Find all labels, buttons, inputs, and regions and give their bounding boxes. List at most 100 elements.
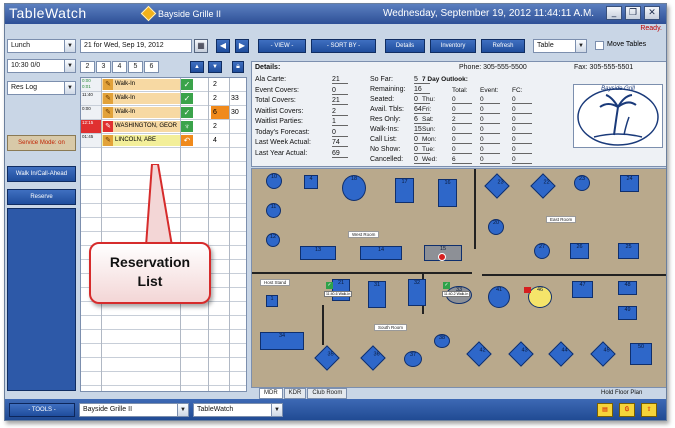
reservation-status-icon[interactable]: ✓ [181, 107, 193, 118]
reservation-row[interactable]: 01:45 LINCOLN, ABE ✎ ↶ 4 [81, 134, 246, 147]
table-35[interactable]: 35 [314, 345, 340, 371]
reservation-status-icon[interactable]: ♆ [181, 121, 193, 132]
table-43[interactable]: 43 [508, 341, 534, 367]
log-mode-select[interactable]: Res Log ▼ [7, 81, 76, 95]
edit-pencil-icon[interactable]: ✎ [103, 93, 113, 104]
table-1[interactable]: 1 [266, 295, 278, 307]
logo-text: Bayside Grill [601, 86, 635, 92]
date-field[interactable]: 21 for Wed, Sep 19, 2012 [80, 39, 192, 53]
edit-pencil-icon[interactable]: ✎ [103, 135, 113, 146]
table-18[interactable]: 18 [342, 175, 366, 201]
table-14[interactable]: 14 [360, 246, 402, 260]
detail-value: 1 [332, 118, 348, 126]
table-27[interactable]: 27 [534, 243, 550, 259]
floor-plan[interactable]: West Room East Room South Room Host Stan… [251, 168, 666, 388]
table-45[interactable]: 45 [590, 341, 616, 367]
wall [322, 305, 324, 345]
display-mode-select[interactable]: Table ▼ [533, 39, 587, 53]
prev-day-button[interactable]: ◀ [216, 39, 230, 53]
inventory-button[interactable]: Inventory [430, 39, 476, 53]
table-44[interactable]: 44 [548, 341, 574, 367]
room-label-host: Host Stand [260, 279, 291, 286]
restore-button[interactable]: ❐ [625, 6, 641, 20]
table-10[interactable]: 10 [266, 173, 282, 189]
edit-pencil-icon[interactable]: ✎ [103, 107, 113, 118]
edit-pencil-icon[interactable]: ✎ [103, 121, 113, 132]
reservation-table [231, 120, 247, 133]
scroll-up-button[interactable]: ▲ [190, 61, 204, 73]
time-filter-select[interactable]: 10:30 0/0 ▼ [7, 59, 76, 73]
reservation-row[interactable]: 0:00 Walk-In ✎ ✓ 6 30 [81, 106, 246, 119]
refresh-button[interactable]: Refresh [481, 39, 525, 53]
details-button[interactable]: Details [385, 39, 425, 53]
table-11[interactable]: 11 [266, 203, 281, 218]
hold-floor-plan-label[interactable]: Hold Floor Plan [601, 390, 642, 396]
table-22[interactable]: 22 [530, 173, 556, 199]
walk-in-call-ahead-button[interactable]: Walk In/Call-Ahead [7, 166, 76, 182]
table-25[interactable]: 25 [618, 243, 639, 259]
money-icon[interactable]: ₲ [619, 403, 635, 417]
tab-party-3[interactable]: 3 [96, 61, 111, 73]
table-42[interactable]: 42 [466, 341, 492, 367]
table-46[interactable]: 46 [528, 286, 552, 308]
tab-party-2[interactable]: 2 [80, 61, 95, 73]
reservation-name: Walk-In [102, 79, 180, 90]
scroll-down-button[interactable]: ▼ [208, 61, 222, 73]
tab-party-4[interactable]: 4 [112, 61, 127, 73]
minimize-button[interactable]: _ [606, 6, 622, 20]
tab-mdr[interactable]: MDR [259, 388, 283, 399]
reserve-button[interactable]: Reserve [7, 189, 76, 205]
reservation-row[interactable]: 0:00 0:01 Walk-In ✎ ✓ 2 [81, 78, 246, 91]
tab-party-6[interactable]: 6 [144, 61, 159, 73]
app-select[interactable]: TableWatch ▼ [193, 403, 283, 417]
table-41[interactable]: 41 [488, 286, 510, 308]
table-38[interactable]: 38 [434, 334, 450, 348]
table-20[interactable]: 20 [488, 219, 504, 235]
outlook-total: 0 [452, 126, 472, 134]
meal-period-select[interactable]: Lunch ▼ [7, 39, 76, 53]
sort-by-button[interactable]: - SORT BY - [311, 39, 376, 53]
upload-icon[interactable]: ⇧ [641, 403, 657, 417]
table-50[interactable]: 50 [630, 343, 652, 365]
calendar-icon[interactable]: ▦ [194, 39, 208, 53]
table-37[interactable]: 37 [404, 351, 422, 367]
tab-party-5[interactable]: 5 [128, 61, 143, 73]
notes-icon[interactable]: ▤ [597, 403, 613, 417]
tab-club-room[interactable]: Club Room [307, 388, 348, 399]
table-32[interactable]: 32 [408, 279, 426, 306]
reservation-status-icon[interactable]: ✓ [181, 79, 193, 90]
venue-select[interactable]: Bayside Grille II ▼ [79, 403, 189, 417]
reservation-status-icon[interactable]: ↶ [181, 135, 193, 146]
reservation-status-icon[interactable]: ✓ [181, 93, 193, 104]
table-26[interactable]: 26 [570, 243, 589, 259]
reservation-row[interactable]: 11:40 Walk-In ✎ ✓ 2 33 [81, 92, 246, 105]
close-button[interactable]: ✕ [644, 6, 660, 20]
move-tables-checkbox[interactable] [595, 41, 604, 50]
detail-label: So Far: [370, 76, 393, 83]
table-23a[interactable]: 23 [484, 173, 510, 199]
view-button[interactable]: - VIEW - [258, 39, 306, 53]
detail-label: Today's Forecast: [255, 128, 310, 136]
next-day-button[interactable]: ▶ [235, 39, 249, 53]
edit-pencil-icon[interactable]: ✎ [103, 79, 113, 90]
service-mode-button[interactable]: Service Mode: on [7, 135, 76, 151]
tools-button[interactable]: - TOOLS - [9, 403, 75, 417]
tab-kdr[interactable]: KDR [283, 388, 307, 399]
restaurant-logo: Bayside Grill [573, 84, 663, 148]
reservation-row[interactable]: 12:15 WASHINGTON, GEOR ✎ ♆ 2 [81, 120, 246, 133]
table-31[interactable]: 31 [368, 281, 386, 308]
table-4[interactable]: 4 [304, 175, 318, 189]
table-21-left[interactable]: 21 [332, 279, 350, 301]
lock-icon[interactable]: 🔒︎ [232, 61, 244, 73]
table-13[interactable]: 13 [300, 246, 336, 260]
table-34[interactable]: 34 [260, 332, 304, 350]
table-24[interactable]: 24 [620, 175, 639, 192]
table-23b[interactable]: 23 [574, 175, 590, 191]
table-16[interactable]: 16 [438, 179, 457, 207]
table-48[interactable]: 48 [618, 281, 637, 295]
table-49[interactable]: 49 [618, 306, 637, 320]
table-17[interactable]: 17 [395, 178, 414, 203]
table-47[interactable]: 47 [572, 281, 593, 298]
table-36[interactable]: 36 [360, 345, 386, 371]
table-12[interactable]: 12 [266, 233, 280, 247]
